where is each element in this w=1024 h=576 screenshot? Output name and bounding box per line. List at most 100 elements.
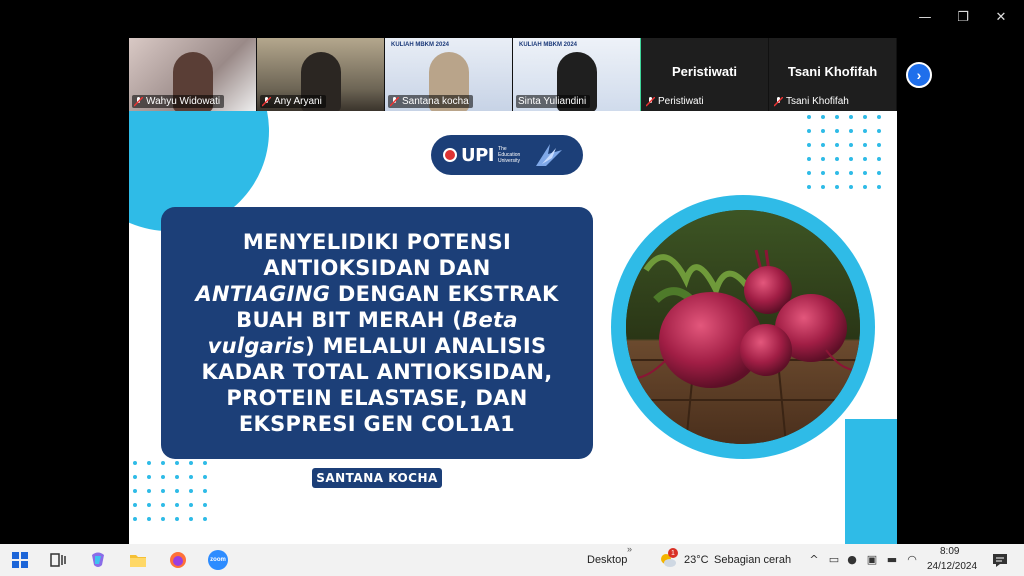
participant-tile[interactable]: Any Aryani (257, 38, 385, 111)
close-button[interactable]: ✕ (986, 6, 1016, 28)
decorative-dot (175, 503, 179, 507)
next-participants-button[interactable]: › (906, 62, 932, 88)
participant-name: Santana kocha (402, 96, 469, 107)
decorative-dot (821, 129, 825, 133)
swirl-logo-icon (536, 144, 563, 166)
beetroot-image (626, 210, 860, 444)
decorative-dot (133, 461, 137, 465)
decorative-dot (189, 517, 193, 521)
desktop-label[interactable]: Desktop (587, 554, 627, 566)
decorative-dot (863, 115, 867, 119)
beetroot-photo (626, 210, 860, 444)
app-tray-icon[interactable]: ▣ (866, 553, 878, 566)
notifications-icon[interactable] (990, 550, 1010, 570)
decorative-dot (161, 475, 165, 479)
title-line: ANTIOKSIDAN DAN (263, 256, 491, 280)
zoom-label: zoom (208, 550, 228, 570)
decorative-dot (807, 171, 811, 175)
participant-tile[interactable]: Tsani Khofifah Tsani Khofifah (769, 38, 897, 111)
virtual-bg-banner: KULIAH MBKM 2024 (391, 42, 450, 48)
taskbar: zoom Desktop » 1 23°C Sebagian cerah ^ ▭… (0, 544, 1024, 576)
screen: — ❐ ✕ Wahyu Widowati Any Aryani KULIAH M… (0, 0, 1024, 576)
chevron-up-icon[interactable]: ^ (808, 553, 820, 566)
decorative-dot (203, 461, 207, 465)
title-line: MENYELIDIKI POTENSI (242, 230, 512, 254)
decorative-dot (877, 115, 881, 119)
decorative-dot (821, 171, 825, 175)
participant-display-name: Peristiwati (671, 64, 738, 79)
decorative-dot (863, 157, 867, 161)
participant-name: Peristiwati (658, 96, 704, 107)
title-line: BUAH BIT MERAH (Beta (236, 308, 518, 332)
minimize-button[interactable]: — (910, 6, 940, 28)
decorative-dot (849, 143, 853, 147)
decorative-dot (133, 475, 137, 479)
decorative-dot (835, 157, 839, 161)
title-line: ANTIAGING DENGAN EKSTRAK (195, 282, 559, 306)
participant-tile[interactable]: Wahyu Widowati (129, 38, 257, 111)
mic-muted-icon (262, 96, 271, 107)
decorative-dot (147, 475, 151, 479)
upi-logo: UPI The Education University (431, 135, 583, 175)
participant-name: Tsani Khofifah (786, 96, 849, 107)
firefox-icon[interactable] (168, 550, 188, 570)
chevron-right-icon[interactable]: » (627, 544, 632, 554)
participant-tile[interactable]: KULIAH MBKM 2024 Santana kocha (385, 38, 513, 111)
decorative-dot (189, 475, 193, 479)
file-explorer-icon[interactable] (128, 550, 148, 570)
decorative-dot (877, 143, 881, 147)
decorative-dot (189, 489, 193, 493)
restore-button[interactable]: ❐ (948, 6, 978, 28)
decorative-dot (821, 157, 825, 161)
decorative-dot (189, 461, 193, 465)
decorative-dot (807, 115, 811, 119)
decorative-dot (863, 171, 867, 175)
participant-tile[interactable]: Peristiwati Peristiwati (641, 38, 769, 111)
participant-name-tag: Tsani Khofifah (772, 95, 853, 108)
title-line: EKSPRESI GEN COL1A1 (238, 412, 516, 436)
participant-display-name: Tsani Khofifah (787, 64, 878, 79)
title-line: PROTEIN ELASTASE, DAN (226, 386, 528, 410)
decorative-dot (161, 517, 165, 521)
windows-start-icon[interactable] (10, 550, 30, 570)
clock-time[interactable]: 8:09 (940, 546, 959, 557)
decorative-dot (877, 157, 881, 161)
decorative-dot (807, 185, 811, 189)
participant-tile-active-speaker[interactable]: KULIAH MBKM 2024 Sinta Yuliandini (513, 38, 641, 111)
mic-muted-icon (134, 96, 143, 107)
participant-name: Any Aryani (274, 96, 322, 107)
battery-icon[interactable]: ▬ (886, 553, 898, 566)
task-view-icon[interactable] (48, 550, 68, 570)
copilot-icon[interactable] (88, 550, 108, 570)
microphone-icon[interactable]: ● (846, 553, 858, 566)
decorative-dot (203, 489, 207, 493)
decorative-dot (175, 475, 179, 479)
decorative-dot (203, 475, 207, 479)
decorative-dot (849, 171, 853, 175)
decorative-dot (147, 489, 151, 493)
clock-date[interactable]: 24/12/2024 (927, 561, 977, 572)
decorative-dot (877, 129, 881, 133)
decorative-dot (849, 115, 853, 119)
title-box: MENYELIDIKI POTENSI ANTIOKSIDAN DAN ANTI… (161, 207, 593, 459)
title-line: KADAR TOTAL ANTIOKSIDAN, (201, 360, 553, 384)
decorative-dot (133, 489, 137, 493)
window-controls: — ❐ ✕ (910, 6, 1016, 28)
decorative-dot (835, 129, 839, 133)
decorative-dot (863, 185, 867, 189)
weather-temp[interactable]: 23°C (684, 554, 709, 566)
mic-muted-icon (390, 96, 399, 107)
author-label: SANTANA KOCHA (312, 468, 442, 488)
wifi-icon[interactable]: ◠ (906, 553, 918, 566)
decorative-dot (189, 503, 193, 507)
device-icon[interactable]: ▭ (828, 553, 840, 566)
weather-desc[interactable]: Sebagian cerah (714, 554, 791, 566)
participant-name: Sinta Yuliandini (518, 96, 587, 107)
decorative-dot (849, 129, 853, 133)
decorative-dot (807, 143, 811, 147)
zoom-app-icon[interactable]: zoom (208, 550, 228, 570)
decorative-dot (807, 157, 811, 161)
upi-emblem-icon (443, 148, 457, 162)
shared-slide: UPI The Education University MENYELIDIKI… (129, 111, 897, 544)
participant-name-tag: Any Aryani (260, 95, 326, 108)
